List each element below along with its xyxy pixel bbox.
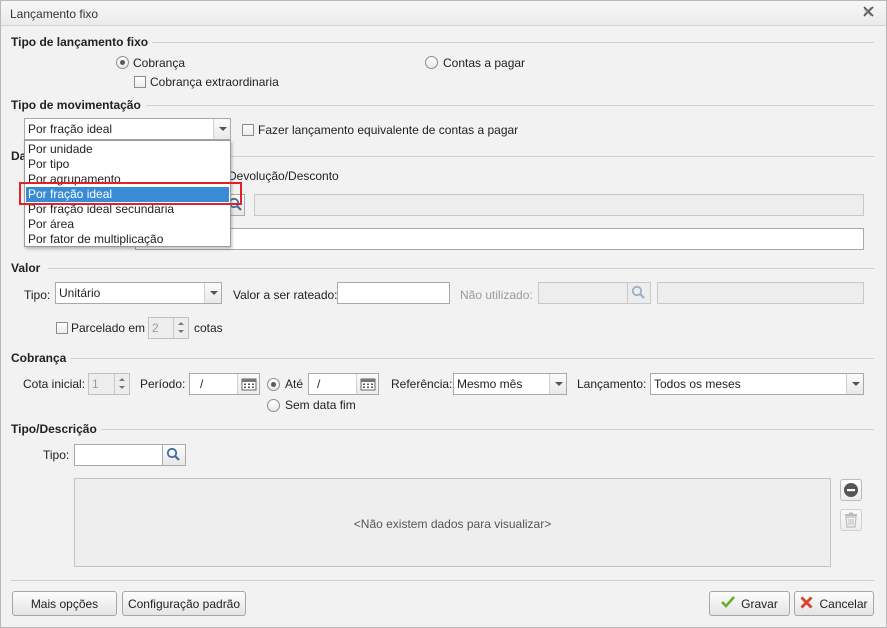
cancelar-button[interactable]: Cancelar [794,591,874,616]
separator [48,268,874,269]
movimentacao-select[interactable]: Por fração ideal [24,118,231,140]
configuracao-padrao-button[interactable]: Configuração padrão [122,591,246,616]
mais-opcoes-label: Mais opções [30,596,99,611]
ate-radio[interactable] [267,378,280,391]
dropdown-option-por-unidade[interactable]: Por unidade [26,142,229,157]
valor-tipo-label: Tipo: [24,288,51,302]
gravar-button[interactable]: Gravar [709,591,790,616]
section-valor: Valor [11,261,41,275]
cancel-x-icon [800,596,813,612]
nao-utilizado-search-button [627,282,651,304]
checkmark-icon [721,596,736,611]
section-cobranca: Cobrança [11,351,67,365]
nao-utilizado-field [538,282,628,304]
cota-inicial-label: Cota inicial: [23,377,86,391]
tipo-search-button[interactable] [162,444,186,466]
dropdown-option-por-area[interactable]: Por área [26,217,229,232]
parcelado-label: Parcelado em [71,321,146,335]
tipo-descricao-input[interactable] [74,444,163,466]
dados-description-field [254,194,864,216]
empty-table-message: <Não existem dados para visualizar> [353,517,552,531]
stepper-arrows-icon [114,374,129,394]
section-tipo-descricao: Tipo/Descrição [11,422,97,436]
chevron-down-icon[interactable] [549,374,566,394]
lancamento-select[interactable]: Todos os meses [650,373,864,395]
periodo-value: / [200,377,204,391]
calendar-icon[interactable] [237,374,259,394]
dados-text-field[interactable] [135,228,864,250]
devolucao-desconto-label: Devolução/Desconto [228,169,339,183]
periodo-label: Período: [140,377,186,391]
contas-pagar-radio[interactable] [425,56,438,69]
ate-date-input[interactable]: / [308,373,379,395]
delete-all-button[interactable] [840,509,862,531]
window-title: Lançamento fixo [10,7,99,21]
chevron-down-icon[interactable] [213,119,230,139]
lancamento-value: Todos os meses [654,377,741,391]
equivalente-label: Fazer lançamento equivalente de contas a… [258,123,519,137]
tipo-descricao-table: <Não existem dados para visualizar> [74,478,831,567]
sem-data-fim-label: Sem data fim [285,398,356,412]
equivalente-checkbox[interactable] [242,124,254,136]
valor-tipo-value: Unitário [59,286,101,300]
separator [101,429,874,430]
chevron-down-icon[interactable] [846,374,863,394]
cota-inicial-value: 1 [92,377,99,391]
title-bar: Lançamento fixo [1,1,886,26]
cobranca-extraordinaria-checkbox[interactable] [134,76,146,88]
calendar-icon[interactable] [356,374,378,394]
section-tipo-lancamento: Tipo de lançamento fixo [11,35,149,49]
referencia-label: Referência: [391,377,453,391]
contas-pagar-label: Contas a pagar [443,56,526,70]
chevron-down-icon[interactable] [204,283,221,303]
highlight-annotation-box [19,182,242,205]
stepper-arrows-icon [173,318,188,338]
cobranca-label: Cobrança [133,56,186,70]
valor-tipo-select[interactable]: Unitário [55,282,222,304]
ate-label: Até [285,377,304,391]
cancelar-label: Cancelar [819,596,868,611]
cotas-label: cotas [194,321,223,335]
mais-opcoes-button[interactable]: Mais opções [12,591,117,616]
cobranca-extraordinaria-label: Cobrança extraordinaria [150,75,279,89]
gravar-label: Gravar [741,596,778,611]
dialog-window: Lançamento fixo Tipo de lançamento fixo … [0,0,887,628]
lancamento-label: Lançamento: [577,377,647,391]
remove-row-button[interactable] [840,479,862,501]
separator [231,156,874,157]
section-tipo-movimentacao: Tipo de movimentação [11,98,141,112]
nao-utilizado-description [657,282,864,304]
footer-separator [11,580,874,581]
nao-utilizado-label: Não utilizado: [460,288,533,302]
movimentacao-select-value: Por fração ideal [28,122,113,136]
valor-rateado-label: Valor a ser rateado: [233,288,338,302]
sem-data-fim-radio[interactable] [267,399,280,412]
tipo-descricao-label: Tipo: [43,448,70,462]
referencia-value: Mesmo mês [457,377,523,391]
separator [152,42,874,43]
separator [70,358,874,359]
dropdown-option-por-tipo[interactable]: Por tipo [26,157,229,172]
ate-value: / [317,377,321,391]
periodo-date-input[interactable]: / [189,373,260,395]
referencia-select[interactable]: Mesmo mês [453,373,567,395]
parcelas-stepper: 2 [148,317,189,339]
cota-inicial-stepper: 1 [88,373,130,395]
parcelas-value: 2 [152,321,159,335]
dropdown-option-por-fator-multiplicacao[interactable]: Por fator de multiplicação [26,232,229,247]
close-icon[interactable] [863,5,874,20]
configuracao-padrao-label: Configuração padrão [127,596,241,611]
cobranca-radio[interactable] [116,56,129,69]
parcelado-checkbox[interactable] [56,322,68,334]
separator [146,105,874,106]
valor-rateado-input[interactable] [337,282,450,304]
